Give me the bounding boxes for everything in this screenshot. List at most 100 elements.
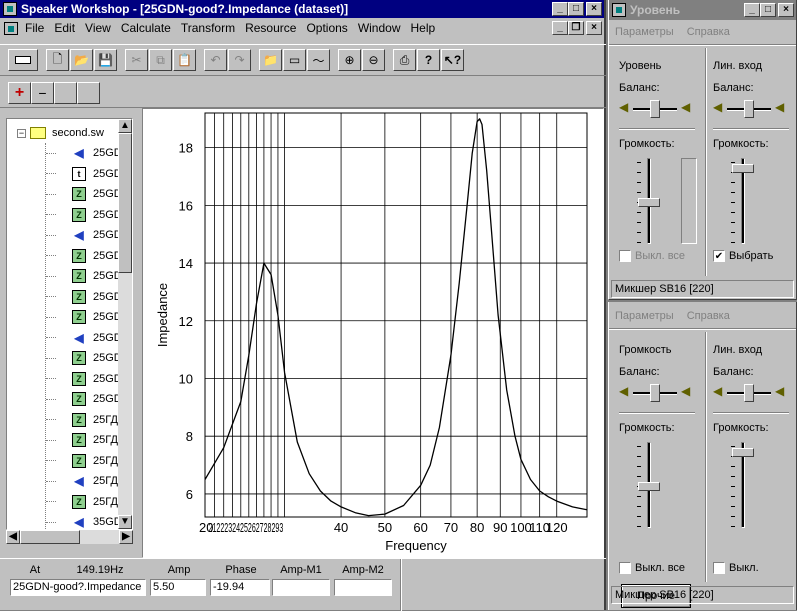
scroll-thumb[interactable] <box>118 133 132 273</box>
doc-close-button[interactable]: × <box>586 21 602 35</box>
chart-icon[interactable]: ▭ <box>283 49 306 71</box>
tree-item[interactable]: Z 25GD <box>46 246 122 266</box>
tree-item[interactable]: Z 25GD <box>46 348 122 368</box>
mixer1-col2-volume-thumb[interactable] <box>732 164 754 174</box>
mixer1-col1-balance-slider[interactable]: ◀ ◀ <box>619 98 691 120</box>
graph-icon[interactable]: 〜 <box>307 49 330 71</box>
doc-restore-button[interactable]: ❐ <box>568 21 584 35</box>
mixer2-col2-checkbox[interactable]: Выкл. <box>713 562 759 574</box>
checkbox-box[interactable] <box>619 562 631 574</box>
scroll-up-button[interactable]: ▲ <box>118 119 132 133</box>
tree-item[interactable]: Z 25ГД <box>46 451 118 471</box>
tree-item[interactable]: Z 25GD <box>46 205 122 225</box>
new-icon[interactable]: 🗋 <box>46 49 69 71</box>
scroll-right-button[interactable]: ▶ <box>119 530 133 544</box>
balance-thumb[interactable] <box>650 384 660 402</box>
tree-item[interactable]: Z 25GD <box>46 307 122 327</box>
context-help-icon[interactable]: ↖? <box>441 49 464 71</box>
scroll-left-button[interactable]: ◀ <box>6 530 20 544</box>
menu-edit[interactable]: Edit <box>49 21 80 35</box>
menu-parameters[interactable]: Параметры <box>615 26 674 38</box>
tree-item[interactable]: ◀ 25ГД <box>46 471 118 491</box>
undo-icon[interactable]: ↶ <box>204 49 227 71</box>
balance-thumb[interactable] <box>744 384 754 402</box>
menu-transform[interactable]: Transform <box>176 21 240 35</box>
menu-view[interactable]: View <box>80 21 116 35</box>
menu-calculate[interactable]: Calculate <box>116 21 176 35</box>
copy-icon[interactable]: ⧉ <box>149 49 172 71</box>
menu-resource[interactable]: Resource <box>240 21 301 35</box>
dataset-name-field[interactable]: 25GDN-good?.Impedance <box>10 579 146 596</box>
mixer1-col1-checkbox[interactable]: Выкл. все <box>619 250 685 262</box>
tree-item[interactable]: ◀ 25GD <box>46 225 122 245</box>
menu2-help-ru[interactable]: Справка <box>687 310 730 322</box>
mixer1-col2-checkbox[interactable]: ✔ Выбрать <box>713 250 773 262</box>
mixer-maximize-button[interactable]: □ <box>760 3 776 17</box>
menu-file[interactable]: File <box>20 21 49 35</box>
tree-root[interactable]: − second.sw <box>17 123 104 143</box>
tree-item[interactable]: Z 25GD <box>46 266 122 286</box>
tree-item[interactable]: ◀ 35GD <box>46 512 122 529</box>
remove-button[interactable]: − <box>31 81 54 104</box>
zoom-out-icon[interactable]: ⊖ <box>362 49 385 71</box>
view-icon[interactable] <box>8 49 38 71</box>
mixer1-col1-volume-thumb[interactable] <box>638 198 660 208</box>
balance-thumb[interactable] <box>650 100 660 118</box>
open-icon[interactable]: 📂 <box>70 49 93 71</box>
cut-icon[interactable]: ✂ <box>125 49 148 71</box>
checkbox-box[interactable] <box>619 250 631 262</box>
phase-field[interactable]: -19.94 <box>210 579 270 596</box>
tree-item[interactable]: Z 25ГД <box>46 430 118 450</box>
impedance-chart[interactable]: 681012141618202122232425262728293 40 50 60 7… <box>143 109 603 557</box>
checkbox-box[interactable] <box>713 562 725 574</box>
open-folder-icon[interactable]: 📁 <box>259 49 282 71</box>
minimize-button[interactable]: _ <box>552 2 568 16</box>
mixer-close-button[interactable]: × <box>778 3 794 17</box>
tree-item[interactable]: Z 25ГД <box>46 410 118 430</box>
mixer2-col1-checkbox[interactable]: Выкл. все <box>619 562 685 574</box>
tree-item[interactable]: Z 25GD <box>46 389 122 409</box>
amp-m2-field[interactable] <box>334 579 392 596</box>
tree-item[interactable]: t 25GD <box>46 164 122 184</box>
tree-hscrollbar[interactable]: ◀ ▶ <box>6 530 133 544</box>
add-button[interactable]: + <box>8 81 31 104</box>
save-icon[interactable]: 💾 <box>94 49 117 71</box>
tree-item[interactable]: Z 25GD <box>46 369 122 389</box>
mixer-title-bar[interactable]: Уровень _ □ × <box>609 0 796 20</box>
blank-button-1[interactable] <box>54 81 77 104</box>
app-icon[interactable] <box>3 2 17 16</box>
amp-field[interactable]: 5.50 <box>150 579 206 596</box>
mixer2-col2-balance-slider[interactable]: ◀ ◀ <box>713 382 785 404</box>
menu-help[interactable]: Help <box>406 21 441 35</box>
tree-item[interactable]: Z 25GD <box>46 287 122 307</box>
mixer1-col2-balance-slider[interactable]: ◀ ◀ <box>713 98 785 120</box>
collapse-icon[interactable]: − <box>17 128 26 138</box>
mixer2-col1-volume-thumb[interactable] <box>638 482 660 492</box>
tree-item[interactable]: Z 25GD <box>46 184 122 204</box>
amp-m1-field[interactable] <box>272 579 330 596</box>
tree-scrollbar[interactable]: ▲ ▼ <box>118 119 132 529</box>
doc-minimize-button[interactable]: _ <box>552 21 568 35</box>
help-icon[interactable]: ? <box>417 49 440 71</box>
zoom-in-icon[interactable]: ⊕ <box>338 49 361 71</box>
redo-icon[interactable]: ↷ <box>228 49 251 71</box>
balance-thumb[interactable] <box>744 100 754 118</box>
tree-item[interactable]: ◀ 25GD <box>46 143 122 163</box>
document-icon[interactable] <box>4 21 18 35</box>
main-title-bar[interactable]: Speaker Workshop - [25GDN-good?.Impedanc… <box>0 0 604 18</box>
menu-window[interactable]: Window <box>353 21 406 35</box>
checkbox-box[interactable]: ✔ <box>713 250 725 262</box>
menu-options[interactable]: Options <box>301 21 352 35</box>
mixer-app-icon[interactable] <box>612 3 626 17</box>
paste-icon[interactable]: 📋 <box>173 49 196 71</box>
tree-item[interactable]: Z 25ГД <box>46 492 118 512</box>
mixer2-col1-balance-slider[interactable]: ◀ ◀ <box>619 382 691 404</box>
close-button[interactable]: × <box>586 2 602 16</box>
scroll-down-button[interactable]: ▼ <box>118 515 132 529</box>
menu-help-ru[interactable]: Справка <box>687 26 730 38</box>
menu2-parameters[interactable]: Параметры <box>615 310 674 322</box>
mixer2-col2-volume-thumb[interactable] <box>732 448 754 458</box>
print-icon[interactable]: ⎙ <box>393 49 416 71</box>
mixer-minimize-button[interactable]: _ <box>744 3 760 17</box>
hscroll-thumb[interactable] <box>20 530 80 544</box>
